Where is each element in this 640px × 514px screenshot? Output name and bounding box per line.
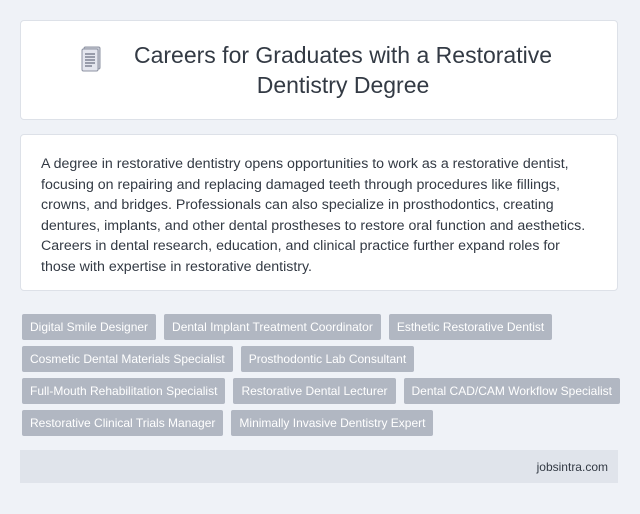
description-card: A degree in restorative dentistry opens … — [20, 134, 618, 291]
career-tag[interactable]: Restorative Dental Lecturer — [233, 378, 396, 404]
tag-row: Digital Smile Designer Dental Implant Tr… — [22, 314, 622, 340]
tag-row: Cosmetic Dental Materials Specialist Pro… — [22, 346, 622, 372]
career-tag[interactable]: Esthetic Restorative Dentist — [388, 314, 553, 340]
tag-row: Full-Mouth Rehabilitation Specialist Res… — [22, 378, 622, 404]
career-tags: Digital Smile Designer Dental Implant Tr… — [22, 314, 622, 442]
document-icon — [81, 46, 101, 72]
page-title: Careers for Graduates with a Restorative… — [133, 42, 552, 98]
career-tag[interactable]: Digital Smile Designer — [22, 314, 157, 340]
career-tag[interactable]: Cosmetic Dental Materials Specialist — [22, 346, 233, 372]
career-tag[interactable]: Restorative Clinical Trials Manager — [22, 410, 224, 436]
career-tag[interactable]: Full-Mouth Rehabilitation Specialist — [22, 378, 226, 404]
title-wrap: Careers for Graduates with a Restorative… — [75, 40, 563, 100]
footer: jobsintra.com — [20, 450, 618, 483]
career-tag[interactable]: Dental CAD/CAM Workflow Specialist — [403, 378, 621, 404]
career-tag[interactable]: Dental Implant Treatment Coordinator — [164, 314, 381, 340]
career-tag[interactable]: Prosthodontic Lab Consultant — [240, 346, 415, 372]
tag-row: Restorative Clinical Trials Manager Mini… — [22, 410, 622, 436]
footer-site-link[interactable]: jobsintra.com — [537, 460, 608, 474]
title-card: Careers for Graduates with a Restorative… — [20, 20, 618, 120]
description-text: A degree in restorative dentistry opens … — [41, 156, 586, 275]
career-tag[interactable]: Minimally Invasive Dentistry Expert — [231, 410, 434, 436]
